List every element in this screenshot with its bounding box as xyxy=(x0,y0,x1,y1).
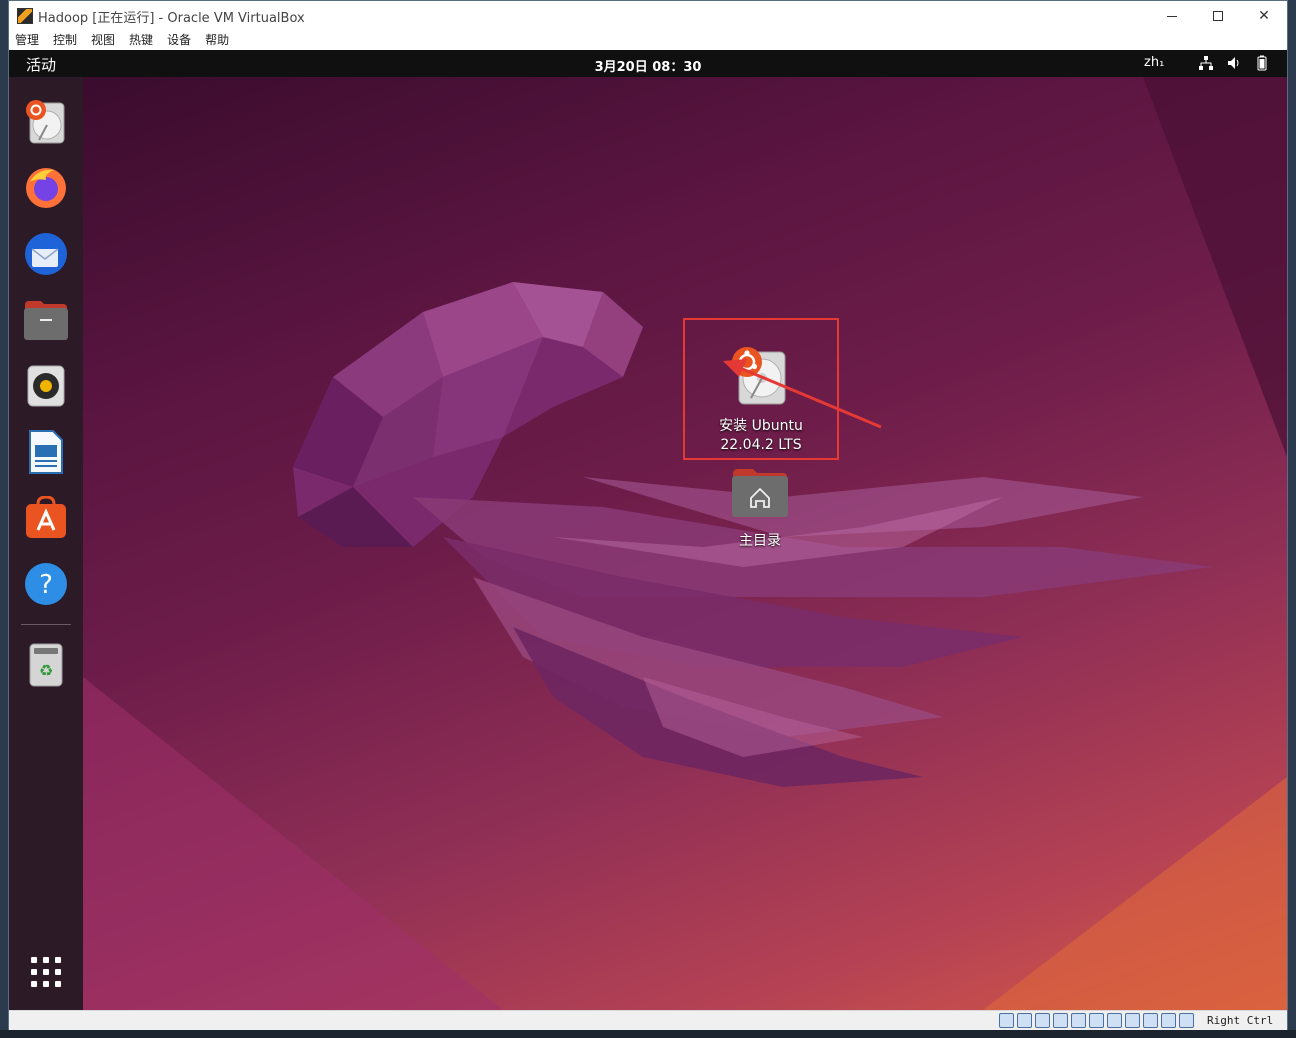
menu-help[interactable]: 帮助 xyxy=(205,31,229,50)
firefox-icon xyxy=(26,168,66,208)
virtualbox-app-icon xyxy=(17,8,33,24)
desktop-home-folder[interactable]: 主目录 xyxy=(703,463,817,553)
installer-disc-icon xyxy=(732,347,786,405)
desktop-install-ubuntu[interactable]: 安装 Ubuntu 22.04.2 LTS xyxy=(683,318,839,460)
host-taskbar-edge xyxy=(0,1030,1296,1038)
install-ubuntu-label: 安装 Ubuntu 22.04.2 LTS xyxy=(685,417,837,455)
menu-view[interactable]: 视图 xyxy=(91,31,115,50)
virtualbox-window: Hadoop [正在运行] - Oracle VM VirtualBox ✕ 管… xyxy=(8,0,1288,1030)
battery-icon[interactable] xyxy=(1253,54,1271,72)
home-folder-icon xyxy=(732,469,788,517)
cpu-status-icon[interactable] xyxy=(1143,1013,1158,1028)
volume-icon[interactable] xyxy=(1225,54,1243,72)
display-status-icon[interactable] xyxy=(1107,1013,1122,1028)
menu-hotkeys[interactable]: 热键 xyxy=(129,31,153,50)
optical-drive-status-icon[interactable] xyxy=(1017,1013,1032,1028)
jellyfish-wallpaper-art xyxy=(83,77,1287,1010)
host-key-indicator: Right Ctrl xyxy=(1207,1014,1274,1027)
dock-separator xyxy=(21,624,71,625)
window-titlebar[interactable]: Hadoop [正在运行] - Oracle VM VirtualBox ✕ xyxy=(9,1,1287,31)
ubuntu-dock: ? ♻ xyxy=(9,77,83,1010)
close-button[interactable]: ✕ xyxy=(1241,1,1287,31)
status-device-icons xyxy=(999,1013,1194,1028)
minimize-icon xyxy=(1167,15,1177,17)
dock-thunderbird[interactable] xyxy=(22,230,70,278)
virtualbox-statusbar: Right Ctrl xyxy=(9,1010,1287,1030)
clock-button[interactable]: 3月20日 08：30 xyxy=(9,56,1287,75)
host-desktop-edge-right xyxy=(1288,0,1296,1038)
dock-help[interactable]: ? xyxy=(22,560,70,608)
gnome-top-panel: 活动 3月20日 08：30 zh₁ xyxy=(9,50,1287,77)
dock-rhythmbox[interactable] xyxy=(22,362,70,410)
dock-firefox[interactable] xyxy=(22,164,70,212)
svg-text:?: ? xyxy=(39,570,53,600)
app-center-icon xyxy=(26,496,66,538)
install-label-line2: 22.04.2 LTS xyxy=(720,437,802,453)
desktop-wallpaper[interactable]: 安装 Ubuntu 22.04.2 LTS 主目录 xyxy=(83,77,1287,1010)
host-desktop-edge xyxy=(0,0,8,1038)
grid-icon xyxy=(31,957,37,963)
show-applications-button[interactable] xyxy=(27,953,65,991)
keyboard-status-icon[interactable] xyxy=(1179,1013,1194,1028)
rhythmbox-icon xyxy=(27,365,65,407)
network-status-icon[interactable] xyxy=(1053,1013,1068,1028)
dock-software[interactable] xyxy=(22,494,70,542)
maximize-icon xyxy=(1213,11,1223,21)
installer-icon xyxy=(26,100,65,144)
recording-status-icon[interactable] xyxy=(1125,1013,1140,1028)
input-method-indicator[interactable]: zh₁ xyxy=(1144,55,1164,70)
dock-install-ubuntu[interactable] xyxy=(22,98,70,146)
mouse-integration-status-icon[interactable] xyxy=(1161,1013,1176,1028)
window-title: Hadoop [正在运行] - Oracle VM VirtualBox xyxy=(38,10,305,26)
trash-icon: ♻ xyxy=(29,643,63,687)
libreoffice-writer-icon xyxy=(29,430,63,474)
menu-manage[interactable]: 管理 xyxy=(15,31,39,50)
audio-status-icon[interactable] xyxy=(1035,1013,1050,1028)
menu-control[interactable]: 控制 xyxy=(53,31,77,50)
files-icon xyxy=(24,301,68,340)
network-icon[interactable] xyxy=(1197,54,1215,72)
help-icon: ? xyxy=(25,563,67,605)
dock-trash[interactable]: ♻ xyxy=(22,640,70,688)
install-label-line1: 安装 Ubuntu xyxy=(719,418,803,434)
menu-devices[interactable]: 设备 xyxy=(167,31,191,50)
maximize-button[interactable] xyxy=(1195,1,1241,31)
shared-folder-status-icon[interactable] xyxy=(1089,1013,1104,1028)
dock-files[interactable] xyxy=(22,296,70,344)
guest-screen[interactable]: 安装 Ubuntu 22.04.2 LTS 主目录 ? ♻ 活动 3月20日 0… xyxy=(9,50,1287,1010)
minimize-button[interactable] xyxy=(1149,1,1195,31)
svg-text:♻: ♻ xyxy=(39,661,53,680)
close-icon: ✕ xyxy=(1258,8,1270,24)
menu-bar: 管理 控制 视图 热键 设备 帮助 xyxy=(9,31,1287,50)
dock-writer[interactable] xyxy=(22,428,70,476)
usb-status-icon[interactable] xyxy=(1071,1013,1086,1028)
thunderbird-icon xyxy=(25,233,67,275)
home-folder-label: 主目录 xyxy=(739,533,781,549)
system-tray[interactable] xyxy=(1197,54,1271,72)
hard-disk-status-icon[interactable] xyxy=(999,1013,1014,1028)
